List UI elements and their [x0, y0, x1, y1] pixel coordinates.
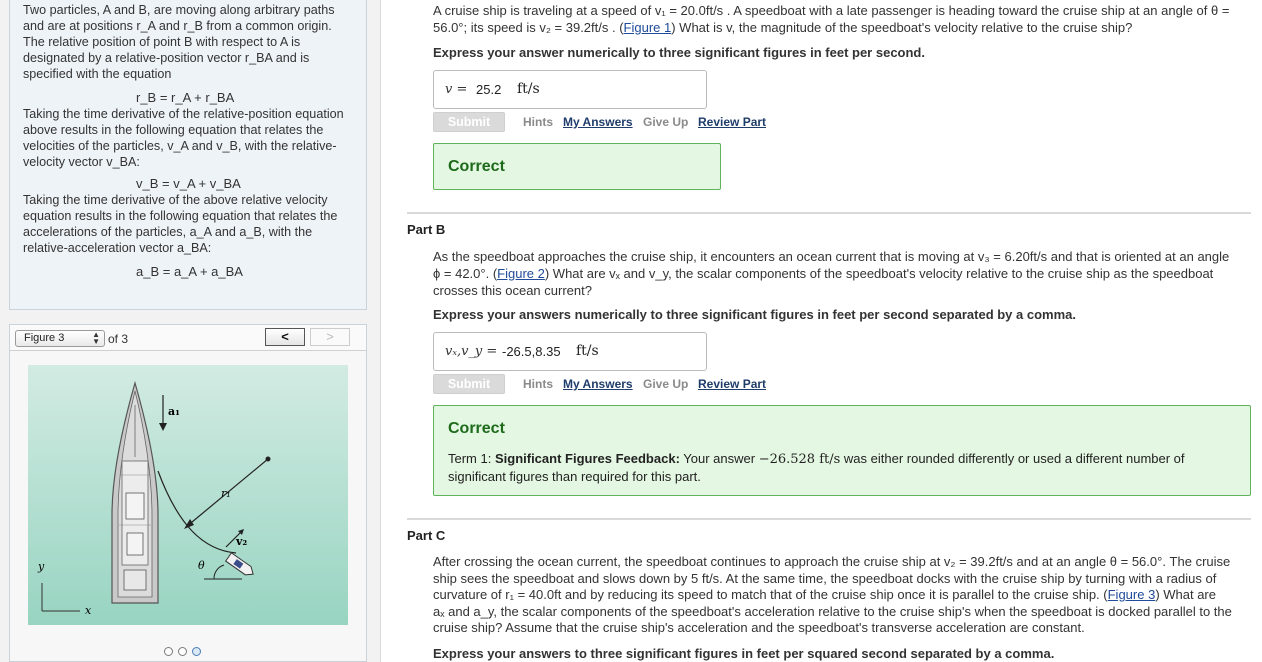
part-c-question-line-3: curvature of r₁ = 40.0ft and by reducing…	[433, 587, 1253, 604]
label-r1: r₁	[221, 487, 231, 500]
speedboat-icon	[224, 552, 254, 576]
main-content: A cruise ship is traveling at a speed of…	[381, 0, 1262, 662]
part-b-answer-unit: ft/s	[576, 343, 599, 359]
part-a-answer-value: 25.2	[476, 82, 502, 97]
part-b-feedback-text-1: Your answer	[679, 451, 759, 466]
figure-1-link[interactable]: Figure 1	[624, 20, 672, 35]
part-b-give-up-link[interactable]: Give Up	[643, 377, 688, 391]
part-b-feedback: Correct Term 1: Significant Figures Feed…	[433, 405, 1251, 496]
intro-paragraph-2: Taking the time derivative of the relati…	[23, 107, 344, 169]
part-b-my-answers-link[interactable]: My Answers	[563, 377, 633, 391]
part-b-instruction: Express your answers numerically to thre…	[433, 307, 1076, 322]
part-b-answer-value: -26.5,8.35	[502, 344, 561, 359]
figure-diagram: a₁ r₁ v₂ θ y x	[37, 380, 271, 617]
figure-dot-3[interactable]	[192, 647, 201, 656]
equation-position: r_B = r_A + r_BA	[136, 90, 235, 105]
part-b-feedback-prefix: Term 1:	[448, 451, 495, 466]
previous-figure-button[interactable]: <	[265, 328, 305, 346]
equation-acceleration: a_B = a_A + a_BA	[136, 264, 243, 279]
part-b-feedback-heading: Significant Figures Feedback:	[494, 451, 680, 466]
part-b-question-line-2: ϕ = 42.0°. (Figure 2) What are vₓ and v_…	[433, 265, 1253, 282]
divider-b-c	[407, 518, 1251, 520]
part-b-question-text-2: ϕ = 42.0°. (	[433, 266, 498, 281]
part-a-give-up-link[interactable]: Give Up	[643, 115, 688, 129]
part-c-instruction: Express your answers to three significan…	[433, 646, 1055, 661]
part-c-question: After crossing the ocean current, the sp…	[433, 554, 1253, 637]
intro-panel: Two particles, A and B, are moving along…	[9, 0, 367, 310]
part-a-feedback: Correct	[433, 143, 721, 190]
next-figure-button[interactable]: >	[310, 328, 350, 346]
part-a-question: A cruise ship is traveling at a speed of…	[433, 2, 1253, 36]
part-b-hints-link[interactable]: Hints	[523, 377, 553, 391]
label-v2: v₂	[235, 535, 247, 548]
part-b-feedback-value: −26.528 ft/s	[758, 452, 841, 467]
part-b-review-link[interactable]: Review Part	[698, 377, 766, 391]
part-a-my-answers-link[interactable]: My Answers	[563, 115, 633, 129]
part-a-review-link[interactable]: Review Part	[698, 115, 766, 129]
left-column: Two particles, A and B, are moving along…	[0, 0, 381, 662]
part-b-feedback-text: Term 1: Significant Figures Feedback: Yo…	[448, 450, 1238, 485]
part-c-question-line-2: ship sees the speedboat and slows down b…	[433, 570, 1217, 586]
intro-paragraph-3: Taking the time derivative of the above …	[23, 193, 338, 255]
figure-dot-1[interactable]	[164, 647, 173, 656]
part-b-title: Part B	[407, 222, 446, 237]
label-y-axis: y	[37, 560, 45, 573]
cruise-ship-icon	[111, 380, 159, 604]
part-a-hints-link[interactable]: Hints	[523, 115, 553, 129]
part-b-answer-field[interactable]: vₓ,v_y = -26.5,8.35 ft/s	[433, 332, 707, 371]
part-b-question-text-3: ) What are vₓ and v_y, the scalar compon…	[544, 266, 1214, 281]
part-b-answer-label: vₓ,v_y =	[445, 344, 498, 359]
figure-dot-2[interactable]	[178, 647, 187, 656]
part-a-answer-unit: ft/s	[517, 81, 540, 97]
label-a1: a₁	[168, 405, 180, 418]
figure-2-link[interactable]: Figure 2	[497, 266, 545, 281]
part-c-question-line-4: aₓ and a_y, the scalar components of the…	[433, 603, 1232, 619]
figure-3-link[interactable]: Figure 3	[1108, 587, 1156, 602]
figure-image: a₁ r₁ v₂ θ y x	[28, 365, 348, 625]
part-c-title: Part C	[407, 528, 446, 543]
equation-velocity: v_B = v_A + v_BA	[136, 176, 241, 191]
part-b-feedback-text-3: significant figures than required for th…	[448, 469, 701, 484]
part-a-feedback-title: Correct	[448, 158, 505, 175]
part-c-question-line-5: cruise ship? Assume that the cruise ship…	[433, 620, 1085, 635]
intro-paragraph-1: Two particles, A and B, are moving along…	[23, 3, 335, 81]
figure-toolbar: Figure 3 ▲ ▼ of 3 < >	[10, 325, 366, 351]
part-b-feedback-title: Correct	[448, 420, 505, 437]
part-b-question-line-4: crosses this ocean current?	[433, 283, 592, 298]
part-a-question-text-2: 56.0°; its speed is v₂ = 39.2ft/s . (	[433, 20, 624, 35]
part-c-question-line-1: After crossing the ocean current, the sp…	[433, 554, 1231, 569]
figure-viewer: Figure 3 ▲ ▼ of 3 < > a₁ r₁ v₂ θ y x	[9, 324, 367, 662]
label-x-axis: x	[85, 604, 92, 617]
figure-pager	[164, 644, 206, 659]
part-a-question-line-2: 56.0°; its speed is v₂ = 39.2ft/s . (Fig…	[433, 19, 1253, 36]
part-b-feedback-text-2: was either rounded differently or used a…	[840, 451, 1185, 466]
label-theta: θ	[198, 559, 205, 572]
part-b-submit-button[interactable]: Submit	[433, 374, 505, 394]
part-b-question: As the speedboat approaches the cruise s…	[433, 248, 1253, 299]
chevron-updown-icon: ▲ ▼	[92, 330, 100, 346]
part-c-question-text-3a: curvature of r₁ = 40.0ft and by reducing…	[433, 587, 1108, 602]
part-c-question-text-3b: ) What are	[1155, 587, 1216, 602]
part-a-answer-field[interactable]: v = 25.2 ft/s	[433, 70, 707, 109]
part-a-question-line-1: A cruise ship is traveling at a speed of…	[433, 3, 1230, 18]
part-a-question-text-3: ) What is v, the magnitude of the speedb…	[671, 20, 1133, 35]
part-b-question-line-1: As the speedboat approaches the cruise s…	[433, 249, 1230, 264]
figure-select[interactable]: Figure 3 ▲ ▼	[15, 330, 105, 347]
part-a-submit-button[interactable]: Submit	[433, 112, 505, 132]
figure-select-value: Figure 3	[24, 332, 65, 344]
part-a-answer-label: v =	[445, 82, 468, 97]
figure-count: of 3	[108, 332, 129, 346]
divider-a-b	[407, 212, 1251, 214]
part-a-instruction: Express your answer numerically to three…	[433, 45, 925, 60]
